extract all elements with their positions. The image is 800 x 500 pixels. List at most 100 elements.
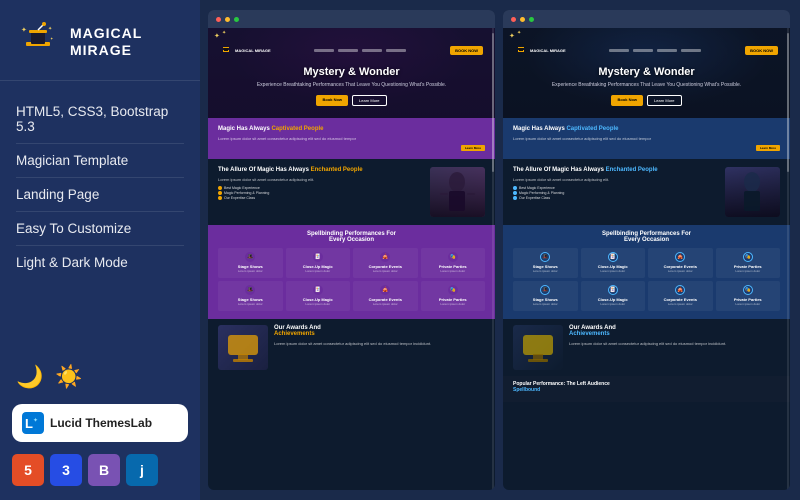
spellbinding-title-right: Spellbinding Performances ForEvery Occas…: [513, 231, 780, 243]
allure-text: The Allure Of Magic Has Always Enchanted…: [218, 167, 424, 201]
perf-text-r-7: Lorem ipsum dolor: [651, 303, 710, 307]
allure-content-r: The Allure Of Magic Has Always Enchanted…: [513, 167, 780, 217]
nav-link-4: [386, 49, 406, 52]
check-1: Best Magic Experience: [218, 186, 424, 190]
popular-title-right: Popular Performance: The Left AudienceSp…: [513, 381, 780, 393]
nav-link-3: [362, 49, 382, 52]
magician-silhouette-r: [725, 167, 780, 217]
allure-content: The Allure Of Magic Has Always Enchanted…: [218, 167, 485, 217]
awards-section-left: Our Awards AndAchievements Lorem ipsum d…: [208, 319, 495, 376]
perf-card-r-8: 🎭 Private Parties Lorem ipsum dolor: [716, 281, 781, 311]
nav-link-2: [338, 49, 358, 52]
tech-icons: 5 3 B j: [0, 454, 200, 500]
hero-buttons-left: Book Now Learn More: [220, 95, 483, 106]
perf-card-8: 🎭 Private Parties Lorem ipsum dolor: [421, 281, 486, 311]
allure-body: Lorem ipsum dolor sit amet consectetur a…: [218, 177, 424, 183]
awards-body-right: Lorem ipsum dolor sit amet consectetur a…: [569, 341, 780, 347]
check-label-3: Our Expertise Class: [224, 196, 255, 200]
hero-btn-primary-r[interactable]: Book Now: [611, 95, 643, 106]
perf-icon-3: 🎪: [380, 252, 390, 262]
allure-image-r: [725, 167, 780, 217]
check-label-r-1: Best Magic Experience: [519, 186, 555, 190]
check-2: Magic Performing & Planning: [218, 191, 424, 195]
logo-area: ✦ ✦ ✦ MAGICAL MIRAGE: [0, 0, 200, 81]
nav-book-btn-r[interactable]: BOOK NOW: [745, 46, 778, 55]
perf-card-4: 🎭 Private Parties Lorem ipsum dolor: [421, 248, 486, 278]
perf-text-r-4: Lorem ipsum dolor: [719, 270, 778, 274]
perf-icon-r-6: 🃏: [608, 285, 618, 295]
nav-logo-area: MAGICAL MIRAGE: [220, 44, 271, 56]
feature-item-2: Magician Template: [16, 144, 184, 178]
hero-nav-right: MAGICAL MIRAGE BOOK NOW: [515, 44, 778, 56]
magician-silhouette: [430, 167, 485, 217]
browser-dot-yellow: [225, 17, 230, 22]
nav-link-1: [314, 49, 334, 52]
light-mode-icon[interactable]: ☀️: [55, 364, 82, 390]
perf-card-r-1: 🎩 Stage Shows Lorem ipsum dolor: [513, 248, 578, 278]
features-list: HTML5, CSS3, Bootstrap 5.3 Magician Temp…: [0, 81, 200, 354]
captivated-title-right: Magic Has Always Captivated People: [513, 126, 780, 132]
scroll-bar-left: [492, 28, 494, 490]
allure-text-r: The Allure Of Magic Has Always Enchanted…: [513, 167, 719, 201]
perf-icon-r-7: 🎪: [675, 285, 685, 295]
logo-text: MAGICAL MIRAGE: [70, 25, 184, 59]
nav-logo-area-r: MAGICAL MIRAGE: [515, 44, 566, 56]
dark-mode-icon[interactable]: 🌙: [16, 364, 43, 390]
perf-icon-6: 🃏: [313, 285, 323, 295]
perf-icon-5: 🎩: [245, 285, 255, 295]
nav-link-r-3: [657, 49, 677, 52]
perf-icon-r-4: 🎭: [743, 252, 753, 262]
perf-text-3: Lorem ipsum dolor: [356, 270, 415, 274]
nav-logo-text-r: MAGICAL MIRAGE: [530, 48, 566, 53]
awards-image-left: [218, 325, 268, 370]
perf-text-4: Lorem ipsum dolor: [424, 270, 483, 274]
perf-card-3: 🎪 Corporate Events Lorem ipsum dolor: [353, 248, 418, 278]
scroll-bar-right: [787, 28, 789, 490]
hero-left: ✦ ✦ MAGICAL MIRAGE: [208, 28, 495, 118]
svg-text:L: L: [25, 416, 33, 431]
perf-text-r-3: Lorem ipsum dolor: [651, 270, 710, 274]
bootstrap-badge: B: [88, 454, 120, 486]
hero-btn-primary[interactable]: Book Now: [316, 95, 348, 106]
perf-text-r-8: Lorem ipsum dolor: [719, 303, 778, 307]
star-decoration-1: ✦: [214, 32, 220, 40]
nav-book-btn[interactable]: BOOK NOW: [450, 46, 483, 55]
perf-text-6: Lorem ipsum dolor: [289, 303, 348, 307]
html-badge: 5: [12, 454, 44, 486]
perf-card-r-6: 🃏 Close-Up Magic Lorem ipsum dolor: [581, 281, 646, 311]
nav-links-r: [609, 49, 701, 52]
check-dot-1: [218, 186, 222, 190]
awards-image-right: [513, 325, 563, 370]
check-label-r-2: Magic Performing & Planning: [519, 191, 564, 195]
preview-right: ✦ ✦ MAGICAL MIRAGE: [503, 10, 790, 490]
learn-more-btn[interactable]: Learn More: [461, 145, 485, 151]
hero-nav-left: MAGICAL MIRAGE BOOK NOW: [220, 44, 483, 56]
perf-icon-r-2: 🃏: [608, 252, 618, 262]
browser-bar-left: [208, 10, 495, 28]
spellbinding-grid-r-top: 🎩 Stage Shows Lorem ipsum dolor 🃏 Close-…: [513, 248, 780, 278]
spellbinding-grid-r-bottom: 🎩 Stage Shows Lorem ipsum dolor 🃏 Close-…: [513, 281, 780, 311]
check-r-3: Our Expertise Class: [513, 196, 719, 200]
learn-more-btn-wrap-r: Learn More: [513, 145, 780, 151]
hero-btn-secondary[interactable]: Learn More: [352, 95, 386, 106]
captivated-body-right: Lorem ipsum dolor sit amet consectetur a…: [513, 136, 780, 142]
allure-section-left: The Allure Of Magic Has Always Enchanted…: [208, 159, 495, 225]
svg-text:✦: ✦: [21, 26, 27, 34]
awards-title-right: Our Awards AndAchievements: [569, 325, 780, 337]
spellbinding-section-right: Spellbinding Performances ForEvery Occas…: [503, 225, 790, 319]
browser-dot-red: [216, 17, 221, 22]
perf-text-8: Lorem ipsum dolor: [424, 303, 483, 307]
jquery-label: j: [140, 462, 144, 478]
learn-more-btn-r[interactable]: Learn More: [756, 145, 780, 151]
hero-subtitle-right: Experience Breathtaking Performances Tha…: [515, 82, 778, 89]
nav-logo-icon: [220, 44, 232, 56]
nav-link-r-2: [633, 49, 653, 52]
svg-text:✦: ✦: [33, 417, 38, 424]
popular-section-right: Popular Performance: The Left AudienceSp…: [503, 376, 790, 402]
logo-icon: ✦ ✦ ✦: [16, 20, 60, 64]
allure-body-r: Lorem ipsum dolor sit amet consectetur a…: [513, 177, 719, 183]
awards-trophy-icon: [223, 330, 263, 365]
html-label: 5: [24, 462, 32, 478]
hero-btn-secondary-r[interactable]: Learn More: [647, 95, 681, 106]
lucid-badge[interactable]: L ✦ Lucid ThemesLab: [12, 404, 188, 442]
